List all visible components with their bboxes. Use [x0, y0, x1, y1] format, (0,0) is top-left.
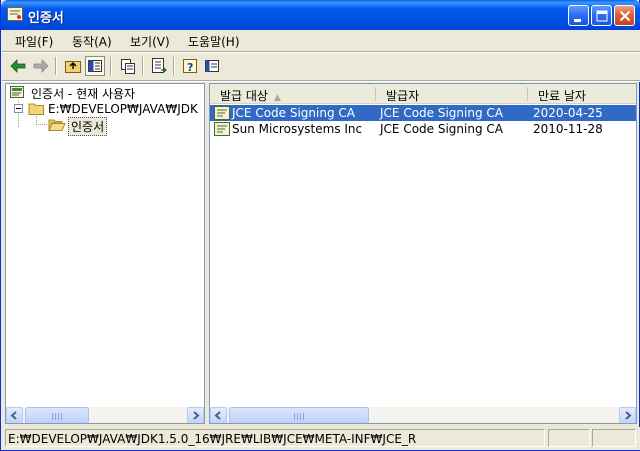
cell-issued-by: JCE Code Signing CA — [380, 122, 503, 136]
menu-file[interactable]: 파일(F) — [15, 33, 53, 50]
toolbar-separator — [110, 57, 112, 75]
show-hide-tree-icon — [88, 60, 102, 72]
cell-expiration: 2020-04-25 — [533, 106, 603, 120]
up-folder-button[interactable] — [63, 56, 83, 76]
menu-bar: 파일(F) 동작(A) 보기(V) 도움말(H) — [2, 30, 640, 51]
open-folder-icon — [48, 119, 66, 131]
column-header-expiration[interactable]: 만료 날자 — [528, 84, 636, 104]
column-issued-by-label: 발급자 — [386, 89, 420, 103]
table-row[interactable]: Sun Microsystems Inc JCE Code Signing CA… — [210, 121, 636, 137]
scroll-right-button[interactable] — [187, 407, 204, 423]
chevron-left-icon — [214, 411, 221, 420]
status-path: E:₩DEVELOP₩JAVA₩JDK1.5.0_16₩JRE₩LIB₩JCE₩… — [5, 429, 545, 447]
title-bar[interactable]: 인증서 — [1, 0, 640, 30]
maximize-icon — [596, 10, 608, 22]
toolbar-separator — [142, 57, 144, 75]
scroll-thumb[interactable] — [25, 407, 89, 423]
menu-view[interactable]: 보기(V) — [130, 33, 170, 50]
show-hide-tree-button[interactable] — [85, 56, 105, 76]
tree-item-jdk-label: E:₩DEVELOP₩JAVA₩JDK — [48, 102, 198, 116]
status-panel — [548, 429, 590, 447]
tree-item-certificates-label: 인증서 — [68, 117, 108, 136]
close-button[interactable] — [614, 5, 635, 26]
chevron-left-icon — [10, 411, 17, 420]
maximize-button[interactable] — [591, 5, 612, 26]
chevron-right-icon — [193, 411, 200, 420]
tree-pane[interactable]: 인증서 - 현재 사용자 E:₩DEVELOP₩JAVA₩JDK 인증서 — [5, 83, 205, 424]
cell-expiration: 2010-11-28 — [533, 122, 603, 136]
back-button[interactable] — [8, 56, 28, 76]
scroll-right-button[interactable] — [619, 407, 636, 423]
certificate-icon — [214, 122, 230, 136]
help-icon: ? — [183, 59, 197, 74]
back-icon — [10, 59, 26, 73]
column-header-issued-by[interactable]: 발급자 — [376, 84, 528, 104]
scroll-left-button[interactable] — [6, 407, 23, 423]
copy-icon — [121, 59, 135, 74]
cell-issued-by: JCE Code Signing CA — [380, 106, 503, 120]
minimize-button[interactable] — [568, 5, 589, 26]
status-panel — [592, 429, 636, 447]
minimize-icon — [574, 19, 581, 22]
cell-issued-to: JCE Code Signing CA — [232, 106, 355, 120]
close-icon — [619, 10, 631, 22]
export-list-button[interactable] — [149, 56, 169, 76]
help-button[interactable]: ? — [180, 56, 200, 76]
scroll-left-button[interactable] — [210, 407, 227, 423]
column-issued-to-label: 발급 대상 — [220, 89, 268, 103]
certificate-window: 인증서 파일(F) 동작(A) 보기(V) 도움말(H) ? 인증서 - 현재 … — [0, 0, 640, 451]
menu-action[interactable]: 동작(A) — [72, 33, 112, 50]
export-list-icon — [152, 58, 167, 73]
tree-horizontal-scrollbar[interactable] — [6, 406, 204, 423]
list-header: 발급 대상 ▲ 발급자 만료 날자 — [210, 84, 636, 104]
certificate-list-pane[interactable]: 발급 대상 ▲ 발급자 만료 날자 JCE Code Signing CA JCE… — [209, 83, 637, 424]
toolbar-separator — [173, 57, 175, 75]
chevron-right-icon — [625, 411, 632, 420]
cell-issued-to: Sun Microsystems Inc — [232, 122, 363, 136]
certificate-icon — [214, 106, 230, 120]
scroll-thumb[interactable] — [229, 407, 369, 423]
properties-icon — [205, 60, 219, 72]
toolbar-separator — [55, 57, 57, 75]
column-expiration-label: 만료 날자 — [538, 89, 586, 103]
status-bar: E:₩DEVELOP₩JAVA₩JDK1.5.0_16₩JRE₩LIB₩JCE₩… — [2, 427, 640, 450]
toolbar-separator-line — [2, 80, 640, 82]
window-title: 인증서 — [28, 11, 64, 26]
tree-item-jdk[interactable]: E:₩DEVELOP₩JAVA₩JDK — [14, 101, 204, 117]
properties-button[interactable] — [202, 56, 222, 76]
tree-item-certificates[interactable]: 인증서 — [48, 117, 128, 136]
collapse-minus-icon[interactable] — [14, 104, 23, 113]
table-row[interactable]: JCE Code Signing CA JCE Code Signing CA … — [210, 105, 636, 121]
sort-ascending-icon: ▲ — [273, 93, 281, 103]
menu-help[interactable]: 도움말(H) — [188, 33, 240, 50]
column-header-issued-to[interactable]: 발급 대상 ▲ — [210, 84, 376, 104]
up-folder-icon — [65, 61, 81, 73]
certificate-app-icon — [7, 7, 23, 21]
copy-button[interactable] — [118, 56, 138, 76]
toolbar: ? — [2, 53, 640, 80]
list-horizontal-scrollbar[interactable] — [210, 406, 636, 423]
forward-icon — [33, 59, 49, 73]
folder-icon — [28, 103, 44, 115]
forward-button[interactable] — [31, 56, 51, 76]
svg-text:?: ? — [187, 61, 193, 74]
